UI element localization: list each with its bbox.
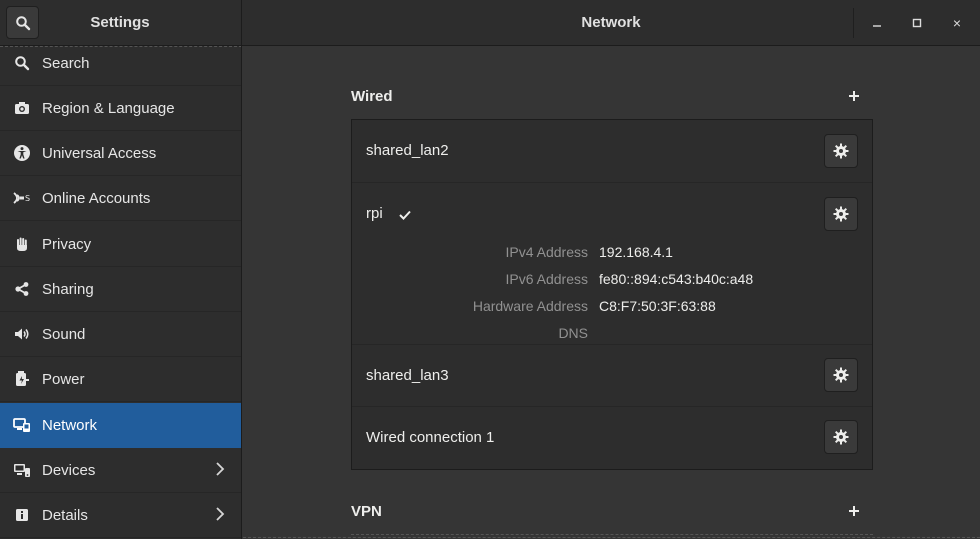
gear-icon [833,367,849,383]
maximize-button[interactable] [906,12,928,34]
online-accounts-icon: S [12,188,32,208]
search-icon [12,53,32,73]
sidebar-item-online-accounts[interactable]: S Online Accounts [0,176,241,221]
svg-text:S: S [25,194,30,203]
wired-connections-list: shared_lan2 rpi IPv4 Address 192.168.4.1… [351,119,873,470]
settings-window: Settings Network × Search Region & Langu… [0,0,980,539]
wired-section-title: Wired [351,88,393,105]
hardware-address-label: Hardware Address [472,298,588,314]
sidebar-item-universal-access[interactable]: Universal Access [0,131,241,176]
ipv4-label: IPv4 Address [505,244,589,260]
close-icon: × [952,15,962,31]
connection-settings-button[interactable] [824,358,858,392]
connection-row-wired-connection-1[interactable]: Wired connection 1 [352,407,872,469]
camera-icon [12,98,32,118]
ipv6-value: fe80::894:c543:b40c:a48 [599,271,754,287]
sidebar-title: Settings [0,14,242,31]
connection-settings-button[interactable] [824,134,858,168]
connection-row-rpi[interactable]: rpi IPv4 Address 192.168.4.1 IPv6 Addres… [352,183,872,344]
sidebar-item-label: Sound [42,325,86,343]
sidebar-item-label: Details [42,506,88,524]
dns-label: DNS [558,325,588,341]
hardware-address-value: C8:F7:50:3F:63:88 [599,298,716,314]
maximize-icon [912,18,922,28]
sidebar-header: Settings [0,0,242,46]
gear-icon [833,206,849,222]
connection-settings-button[interactable] [824,420,858,454]
ipv6-label: IPv6 Address [505,271,589,287]
connection-name: shared_lan3 [366,367,449,384]
connection-name: rpi [366,205,383,222]
plus-icon [849,91,859,101]
chevron-right-icon [215,462,225,480]
gear-icon [833,143,849,159]
info-icon [12,505,32,525]
header-separator [853,8,854,38]
sidebar-item-devices[interactable]: Devices [0,448,241,493]
connection-row-shared-lan2[interactable]: shared_lan2 [352,120,872,183]
sidebar-item-privacy[interactable]: Privacy [0,222,241,267]
accessibility-icon [12,143,32,163]
gear-icon [833,429,849,445]
sidebar-item-label: Privacy [42,235,92,253]
chevron-right-icon [215,507,225,525]
speaker-icon [12,324,32,344]
sidebar-item-label: Network [42,416,98,434]
sidebar-item-label: Devices [42,461,96,479]
connection-name: shared_lan2 [366,142,449,159]
vpn-list-top-edge [351,534,873,535]
sidebar-item-label: Search [42,54,90,72]
vpn-section-title: VPN [351,503,382,520]
check-icon [399,207,411,225]
sidebar-item-label: Universal Access [42,144,157,162]
network-icon [12,415,32,435]
sidebar-title-text: Settings [90,14,150,31]
connection-name: Wired connection 1 [366,429,495,446]
sidebar-item-label: Online Accounts [42,189,151,207]
sidebar-item-network[interactable]: Network [0,403,241,448]
sidebar-item-search[interactable]: Search [0,46,241,86]
sidebar-item-label: Power [42,370,85,388]
sidebar-item-details[interactable]: Details [0,493,241,538]
connection-row-shared-lan3[interactable]: shared_lan3 [352,344,872,407]
minimize-icon [873,25,881,27]
sidebar-item-region-language[interactable]: Region & Language [0,86,241,131]
hand-icon [12,234,32,254]
sidebar-item-sharing[interactable]: Sharing [0,267,241,312]
sidebar-item-sound[interactable]: Sound [0,312,241,357]
devices-icon [12,460,32,480]
add-wired-button[interactable] [844,86,864,106]
sidebar-item-power[interactable]: Power [0,357,241,402]
connection-settings-button[interactable] [824,197,858,231]
scroll-bottom-edge [243,537,980,538]
network-panel: Wired shared_lan2 rpi IPv4 Address 192.1… [243,47,980,539]
sidebar-item-label: Sharing [42,280,94,298]
ipv4-value: 192.168.4.1 [599,244,673,260]
minimize-button[interactable] [866,12,888,34]
header-bar: Settings Network × [0,0,980,46]
plus-icon [849,506,859,516]
share-icon [12,279,32,299]
add-vpn-button[interactable] [844,501,864,521]
close-button[interactable]: × [946,12,968,34]
sidebar: Search Region & Language Universal Acces… [0,46,242,539]
sidebar-item-label: Region & Language [42,99,175,117]
plug-icon [12,369,32,389]
